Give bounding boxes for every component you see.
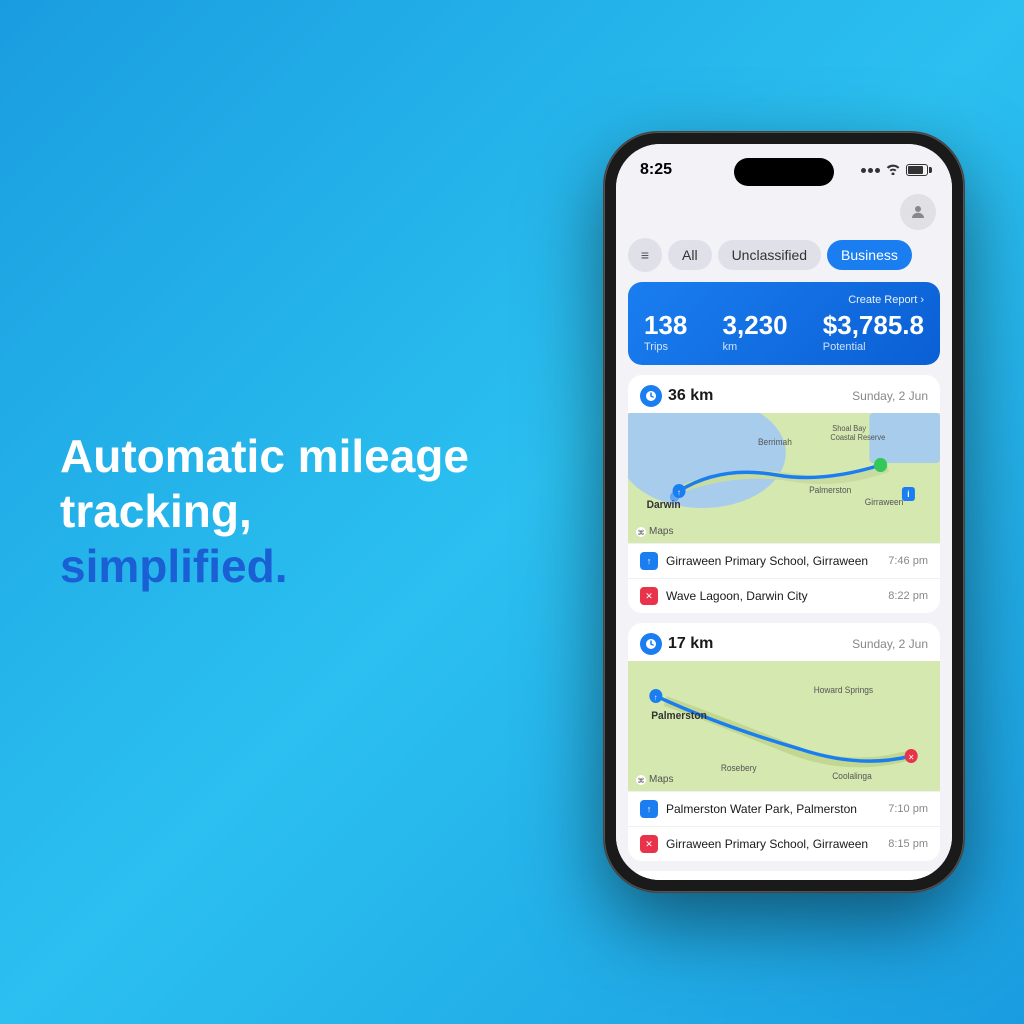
trip-card-2[interactable]: 17 km Sunday, 2 Jun xyxy=(628,623,940,861)
avatar[interactable] xyxy=(900,194,936,230)
trip1-distance: 36 km xyxy=(640,385,713,407)
status-bar: 8:25 xyxy=(616,144,952,188)
svg-text:Coolalinga: Coolalinga xyxy=(832,771,872,781)
svg-text:⌘: ⌘ xyxy=(638,777,645,785)
svg-text:Berrimah: Berrimah xyxy=(758,437,792,447)
svg-text:Girraween: Girraween xyxy=(865,497,904,507)
trip1-stop2: ✕ Wave Lagoon, Darwin City 8:22 pm xyxy=(628,578,940,613)
trip2-distance: 17 km xyxy=(640,633,713,655)
trip1-stop2-name: Wave Lagoon, Darwin City xyxy=(666,589,808,603)
trip2-stop2: ✕ Girraween Primary School, Girraween 8:… xyxy=(628,826,940,861)
stats-card: Create Report › 138 Trips 3,230 km xyxy=(628,282,940,365)
potential-value: $3,785.8 xyxy=(823,310,924,341)
wifi-icon xyxy=(885,163,901,178)
trip1-stop1-info: ↑ Girraween Primary School, Girraween xyxy=(640,552,868,570)
trip1-distance-text: 36 km xyxy=(668,387,713,405)
signal-bars xyxy=(861,168,880,173)
trip1-icon xyxy=(640,385,662,407)
filter-tabs: ≡ All Unclassified Business xyxy=(616,234,952,282)
status-time: 8:25 xyxy=(640,161,672,179)
tab-all[interactable]: All xyxy=(668,240,712,270)
trip2-stop2-info: ✕ Girraween Primary School, Girraween xyxy=(640,835,868,853)
map2-branding: ⌘ Maps xyxy=(636,774,673,785)
svg-text:Shoal Bay: Shoal Bay xyxy=(832,424,866,433)
trips-label: Trips xyxy=(644,341,687,353)
apple-maps-label-2: Maps xyxy=(649,774,673,785)
top-bar xyxy=(616,188,952,234)
stat-trips: 138 Trips xyxy=(644,310,687,353)
trip1-stop2-info: ✕ Wave Lagoon, Darwin City xyxy=(640,587,808,605)
tab-unclassified[interactable]: Unclassified xyxy=(718,240,821,270)
svg-text:Rosebery: Rosebery xyxy=(721,763,757,773)
svg-text:Howard Springs: Howard Springs xyxy=(814,685,874,695)
trip1-date: Sunday, 2 Jun xyxy=(852,389,928,403)
left-text-area: Automatic mileage tracking, simplified. xyxy=(60,429,480,595)
end-icon-1: ✕ xyxy=(640,587,658,605)
trip2-header: 17 km Sunday, 2 Jun xyxy=(628,623,940,661)
status-icons xyxy=(861,163,928,178)
phone-screen: 8:25 xyxy=(616,144,952,880)
map1-branding: ⌘ Maps xyxy=(636,526,673,537)
trip1-stop1-name: Girraween Primary School, Girraween xyxy=(666,554,868,568)
trip2-stop1-name: Palmerston Water Park, Palmerston xyxy=(666,802,857,816)
stats-card-top: Create Report › xyxy=(644,294,924,306)
stats-numbers: 138 Trips 3,230 km $3,785.8 Potential xyxy=(644,310,924,353)
apple-maps-label-1: Maps xyxy=(649,526,673,537)
start-icon-1: ↑ xyxy=(640,552,658,570)
trip1-map: ↑ Berrimah Darwin Palmerston Girraween S… xyxy=(628,413,940,543)
signal-dot-2 xyxy=(868,168,873,173)
svg-text:↑: ↑ xyxy=(654,693,658,702)
headline-part1: Automatic mileage xyxy=(60,430,469,482)
headline-highlight: simplified. xyxy=(60,541,287,593)
trips-value: 138 xyxy=(644,310,687,341)
trip1-stop1-time: 7:46 pm xyxy=(888,555,928,567)
trip-card-3-peek[interactable]: 13 km Sunday, 2 Jun xyxy=(628,871,940,880)
phone-frame: 8:25 xyxy=(604,132,964,892)
signal-dot-1 xyxy=(861,168,866,173)
start-icon-2: ↑ xyxy=(640,800,658,818)
trip2-distance-text: 17 km xyxy=(668,635,713,653)
headline: Automatic mileage tracking, simplified. xyxy=(60,429,480,595)
headline-part2: tracking, xyxy=(60,485,252,537)
phone-mockup: 8:25 xyxy=(604,132,964,892)
trip2-stop2-time: 8:15 pm xyxy=(888,838,928,850)
svg-text:i: i xyxy=(907,489,909,499)
battery-icon xyxy=(906,164,928,176)
dynamic-island xyxy=(734,158,834,186)
create-report-link[interactable]: Create Report › xyxy=(848,294,924,306)
svg-text:⌘: ⌘ xyxy=(638,529,645,537)
potential-label: Potential xyxy=(823,341,924,353)
tab-business[interactable]: Business xyxy=(827,240,912,270)
trip2-map: ↑ ✕ Palmerston Howard Springs Rosebery C… xyxy=(628,661,940,791)
svg-text:Coastal Reserve: Coastal Reserve xyxy=(830,433,885,442)
trip2-stop2-name: Girraween Primary School, Girraween xyxy=(666,837,868,851)
svg-text:Palmerston: Palmerston xyxy=(809,485,851,495)
stat-km: 3,230 km xyxy=(723,310,788,353)
menu-button[interactable]: ≡ xyxy=(628,238,662,272)
trip2-icon xyxy=(640,633,662,655)
trip-card-1[interactable]: 36 km Sunday, 2 Jun xyxy=(628,375,940,613)
svg-text:Palmerston: Palmerston xyxy=(651,710,707,722)
km-label: km xyxy=(723,341,788,353)
trip2-date: Sunday, 2 Jun xyxy=(852,637,928,651)
signal-dot-3 xyxy=(875,168,880,173)
trip2-stop1: ↑ Palmerston Water Park, Palmerston 7:10… xyxy=(628,791,940,826)
stat-potential: $3,785.8 Potential xyxy=(823,310,924,353)
trip1-header: 36 km Sunday, 2 Jun xyxy=(628,375,940,413)
trip1-stop1: ↑ Girraween Primary School, Girraween 7:… xyxy=(628,543,940,578)
trip2-stop1-time: 7:10 pm xyxy=(888,803,928,815)
app-content: ≡ All Unclassified Business Create Repor… xyxy=(616,188,952,880)
trip3-header: 13 km Sunday, 2 Jun xyxy=(628,871,940,880)
svg-text:✕: ✕ xyxy=(908,753,914,762)
end-icon-2: ✕ xyxy=(640,835,658,853)
km-value: 3,230 xyxy=(723,310,788,341)
page-container: Automatic mileage tracking, simplified. … xyxy=(0,0,1024,1024)
trip1-stop2-time: 8:22 pm xyxy=(888,590,928,602)
trip2-stop1-info: ↑ Palmerston Water Park, Palmerston xyxy=(640,800,857,818)
